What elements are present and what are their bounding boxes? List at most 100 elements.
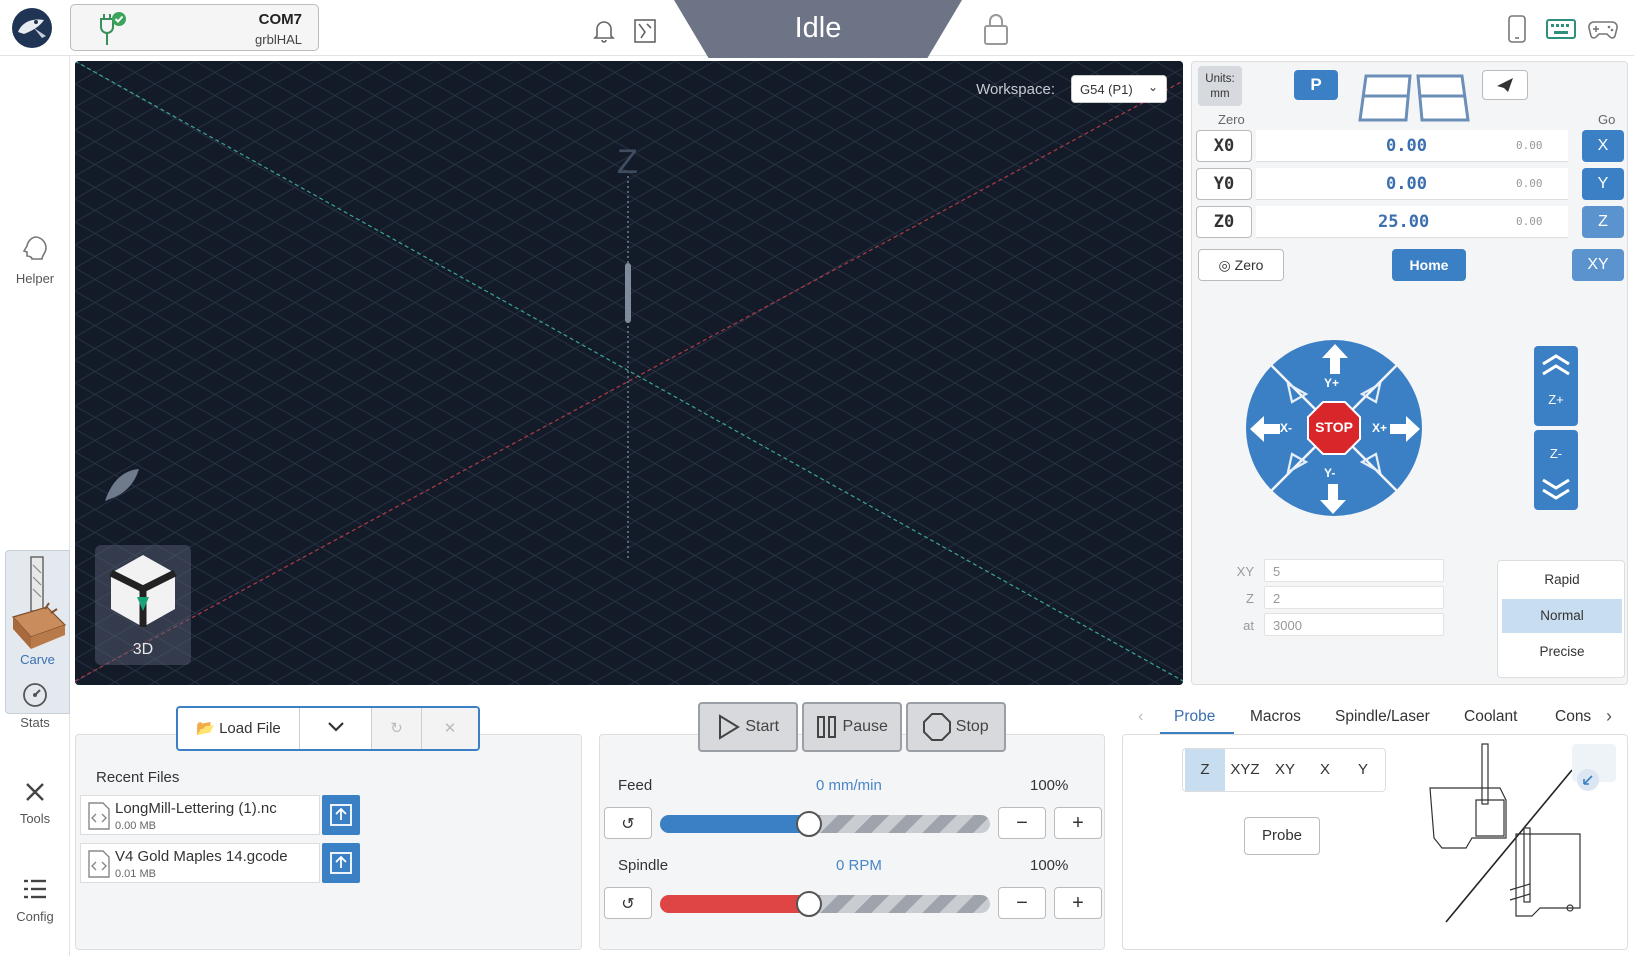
step-z-input[interactable]: 2 <box>1264 586 1444 609</box>
spindle-override-slider[interactable] <box>660 895 990 913</box>
axis-value-y: 0.00 0.00 <box>1256 168 1568 200</box>
workspace-select[interactable]: G54 (P1) ⌄ <box>1071 75 1167 103</box>
tool-map-icon[interactable] <box>633 18 657 44</box>
zero-x-button[interactable]: X0 <box>1196 130 1252 162</box>
spindle-slider-fill <box>660 895 809 913</box>
keyboard-icon[interactable] <box>1546 18 1576 40</box>
x-plus-arrow-icon[interactable] <box>1390 416 1420 447</box>
view-cube-3d[interactable]: 3D <box>95 545 191 665</box>
tab-spindle-laser[interactable]: Spindle/Laser <box>1335 708 1430 726</box>
feed-increase-button[interactable]: + <box>1054 807 1102 839</box>
spindle-value: 0 RPM <box>836 857 882 874</box>
machine-status-text: Idle <box>794 12 842 44</box>
profile-button[interactable]: P <box>1294 70 1338 100</box>
spindle-decrease-button[interactable]: − <box>998 887 1046 919</box>
load-recent-file-button[interactable] <box>322 795 360 835</box>
sidebar-item-label: Helper <box>15 271 55 286</box>
jog-z-minus-button[interactable]: Z- <box>1534 430 1578 510</box>
feed-slider-fill <box>660 815 809 833</box>
sidebar-item-config[interactable]: Config <box>0 876 70 924</box>
feed-reset-button[interactable]: ↺ <box>604 807 652 839</box>
workspace-frame-icon[interactable] <box>1358 72 1470 122</box>
tab-console[interactable]: Cons <box>1555 708 1595 726</box>
tab-coolant[interactable]: Coolant <box>1464 708 1517 726</box>
spindle-label: Spindle <box>618 857 669 874</box>
sidebar-item-stats[interactable]: Stats <box>0 682 70 730</box>
probe-button[interactable]: Probe <box>1244 817 1320 855</box>
goto-button[interactable] <box>1482 70 1528 100</box>
reset-icon: ↺ <box>621 816 635 833</box>
feed-slider-thumb[interactable] <box>795 811 822 837</box>
gcode-visualizer[interactable]: Z Workspace: G54 (P1) ⌄ 3D <box>75 61 1183 685</box>
stop-button[interactable]: Stop <box>906 702 1006 752</box>
z-plus-label: Z+ <box>1548 392 1564 407</box>
pause-button[interactable]: Pause <box>802 702 902 752</box>
speed-normal-option[interactable]: Normal <box>1502 599 1622 633</box>
connection-widget[interactable]: COM7 grblHAL <box>70 4 319 51</box>
tab-scroll-left-icon[interactable]: ‹ <box>1138 708 1143 726</box>
chevron-down-icon <box>327 722 344 732</box>
start-button[interactable]: Start <box>698 702 798 752</box>
step-xy-input[interactable]: 5 <box>1264 559 1444 582</box>
mobile-icon[interactable] <box>1506 14 1528 44</box>
speed-rapid-option[interactable]: Rapid <box>1502 563 1622 597</box>
zero-y-button[interactable]: Y0 <box>1196 168 1252 200</box>
probe-axis-y[interactable]: Y <box>1343 749 1383 791</box>
probe-axis-z[interactable]: Z <box>1185 749 1225 791</box>
go-x-button[interactable]: X <box>1582 130 1624 162</box>
go-z-button[interactable]: Z <box>1582 206 1624 238</box>
cube-icon <box>109 555 177 627</box>
tab-macros[interactable]: Macros <box>1250 708 1301 726</box>
workspace-label: Workspace: <box>976 81 1055 98</box>
sidebar-item-helper[interactable]: Helper <box>0 234 70 286</box>
probe-axis-xy[interactable]: XY <box>1265 749 1305 791</box>
load-file-button[interactable]: 📂 Load File <box>178 708 300 749</box>
zero-z-button[interactable]: Z0 <box>1196 206 1252 238</box>
close-file-button[interactable]: ✕ <box>422 708 478 749</box>
go-header: Go <box>1598 112 1616 127</box>
home-button[interactable]: Home <box>1392 249 1466 281</box>
recent-file-item: V4 Gold Maples 14.gcode 0.01 MB <box>80 843 360 883</box>
gamepad-icon[interactable] <box>1588 18 1618 40</box>
machine-position-z: 0.00 <box>1516 215 1543 228</box>
units-label: Units: <box>1205 73 1235 85</box>
feed-override-slider[interactable] <box>660 815 990 833</box>
jog-feed-input[interactable]: 3000 <box>1264 613 1444 636</box>
probe-axis-x[interactable]: X <box>1305 749 1345 791</box>
y-plus-arrow-icon[interactable] <box>1322 344 1348 379</box>
zero-all-button[interactable]: ◎ Zero <box>1198 249 1284 281</box>
double-chevron-down-icon <box>1542 478 1570 500</box>
go-xy-button[interactable]: XY <box>1572 249 1624 281</box>
load-recent-file-button[interactable] <box>322 843 360 883</box>
x-minus-arrow-icon[interactable] <box>1250 416 1280 447</box>
axis-row-x: X0 0.00 0.00 X <box>1196 130 1624 162</box>
unlock-icon[interactable] <box>983 12 1009 46</box>
tab-scroll-right-icon[interactable]: › <box>1606 706 1612 727</box>
load-file-dropdown[interactable] <box>300 708 372 749</box>
view-mode-label: 3D <box>132 641 154 658</box>
tab-probe[interactable]: Probe <box>1174 708 1215 726</box>
jog-stop-button[interactable]: STOP <box>1307 401 1361 455</box>
units-indicator[interactable]: Units: mm <box>1198 66 1242 106</box>
y-minus-arrow-icon[interactable] <box>1320 484 1346 519</box>
load-file-label: Load File <box>219 720 281 737</box>
sidebar-item-label: Stats <box>20 715 50 730</box>
upload-icon <box>330 804 352 826</box>
bell-icon[interactable] <box>592 18 616 44</box>
upload-icon <box>330 852 352 874</box>
go-y-button[interactable]: Y <box>1582 168 1624 200</box>
recent-file-card[interactable]: V4 Gold Maples 14.gcode 0.01 MB <box>80 843 320 883</box>
spindle-slider-thumb[interactable] <box>795 891 822 917</box>
spindle-increase-button[interactable]: + <box>1054 887 1102 919</box>
reload-file-button[interactable]: ↻ <box>372 708 422 749</box>
z-minus-label: Z- <box>1549 446 1563 461</box>
recent-file-card[interactable]: LongMill-Lettering (1).nc 0.00 MB <box>80 795 320 835</box>
probe-axis-xyz[interactable]: XYZ <box>1225 749 1265 791</box>
connection-firmware: grblHAL <box>255 32 302 47</box>
spindle-reset-button[interactable]: ↺ <box>604 887 652 919</box>
sidebar-item-tools[interactable]: Tools <box>0 780 70 826</box>
units-value: mm <box>1210 88 1230 100</box>
speed-precise-option[interactable]: Precise <box>1502 635 1622 669</box>
jog-z-plus-button[interactable]: Z+ <box>1534 346 1578 426</box>
feed-decrease-button[interactable]: − <box>998 807 1046 839</box>
